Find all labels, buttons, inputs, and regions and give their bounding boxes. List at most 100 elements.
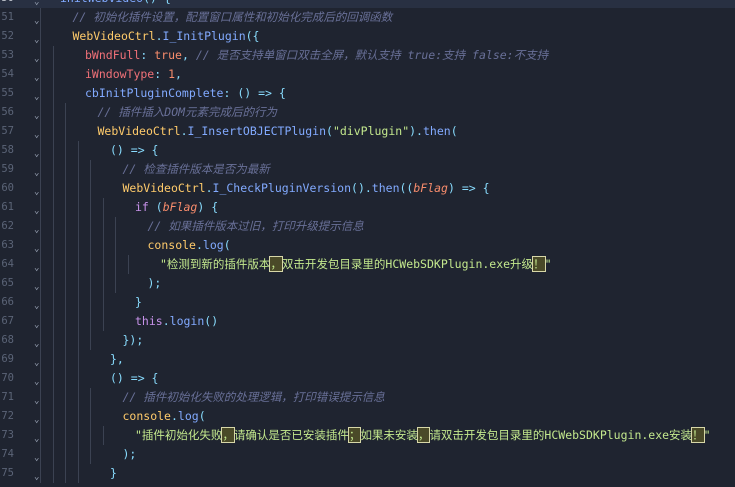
fold-chevron-icon[interactable]: ⌄ <box>34 468 39 487</box>
code-token: () <box>204 314 219 328</box>
code-line[interactable]: 62 ⌄// 如果插件版本过旧，打印升级提示信息 <box>0 217 735 236</box>
code-token: : () => { <box>223 86 286 100</box>
indent-guide <box>40 179 41 198</box>
code-line[interactable]: 67 ⌄ this.login() <box>0 312 735 331</box>
indent-guide <box>65 407 66 426</box>
code-line[interactable]: 72 ⌄ console.log( <box>0 407 735 426</box>
indent-guide <box>102 236 104 255</box>
line-number: 75 <box>1 467 14 479</box>
code-editor[interactable]: 50⌄initWebvideo() {51⌄// 初始化插件设置，配置窗口属性和… <box>0 0 735 483</box>
code-line[interactable]: 50⌄initWebvideo() { <box>0 0 735 8</box>
indent-guide <box>40 141 41 160</box>
code-line[interactable]: 64 ⌄ "检测到新的插件版本，双击开发包目录里的HCWebSDKPlugin.ex… <box>0 255 735 274</box>
indent-guide <box>65 255 66 274</box>
code-line[interactable]: 75 ⌄} <box>0 464 735 483</box>
indent-guide <box>90 312 91 331</box>
code-token: log <box>177 409 199 423</box>
code-token: "插件初始化失败 <box>135 428 223 442</box>
code-token: (( <box>399 181 414 195</box>
indent-guide <box>65 293 66 312</box>
code-line[interactable]: 59 ⌄// 检查插件版本是否为最新 <box>0 160 735 179</box>
code-token: // 插件插入DOM元素完成后的行为 <box>97 105 278 119</box>
indent-guide <box>90 331 91 350</box>
code-token: () => { <box>110 371 159 385</box>
indent-guide <box>102 217 104 236</box>
indent-guide <box>40 122 41 141</box>
indent-guide <box>52 217 54 236</box>
code-line[interactable]: 56 ⌄// 插件插入DOM元素完成后的行为 <box>0 103 735 122</box>
line-number: 52 <box>1 30 14 42</box>
code-line[interactable]: 51 ⌄// 初始化插件设置，配置窗口属性和初始化完成后的回调函数 <box>0 8 735 27</box>
code-line[interactable]: 70 ⌄() => { <box>0 369 735 388</box>
indent-guide <box>90 274 91 293</box>
code-token: bFlag <box>162 200 198 214</box>
indent-guide <box>77 141 79 160</box>
code-token: "检测到新的插件版本 <box>160 257 271 271</box>
indent-guide <box>40 464 41 483</box>
indent-guide <box>40 160 41 179</box>
line-number: 53 <box>1 49 14 61</box>
indent-guide <box>102 274 104 293</box>
code-token: 请确认是否已安装插件 <box>233 428 349 442</box>
indent-guide <box>90 236 91 255</box>
code-line[interactable]: 57 ⌄ WebVideoCtrl.I_InsertOBJECTPlugin("di… <box>0 122 735 141</box>
indent-guide <box>77 388 79 407</box>
code-text: () => { <box>110 369 158 388</box>
code-line[interactable]: 61 ⌄ if (bFlag) { <box>0 198 735 217</box>
code-text: // 如果插件版本过旧，打印升级提示信息 <box>148 217 364 236</box>
code-line[interactable]: 65 ⌄); <box>0 274 735 293</box>
code-text: // 初始化插件设置，配置窗口属性和初始化完成后的回调函数 <box>73 8 393 27</box>
indent-guide <box>40 274 41 293</box>
code-token: WebVideoCtrl <box>72 29 156 43</box>
code-token: cbInitPluginComplete <box>85 86 224 100</box>
code-text: WebVideoCtrl.I_CheckPluginVersion().then… <box>123 179 490 198</box>
code-line[interactable]: 58 ⌄() => { <box>0 141 735 160</box>
indent-guide <box>52 255 54 274</box>
indent-guide <box>52 160 54 179</box>
code-token: ( <box>326 124 333 138</box>
indent-guide <box>40 84 41 103</box>
code-token: // 是否支持单窗口双击全屏，默认支持 true:支持 false:不支持 <box>195 48 549 62</box>
line-number: 65 <box>1 277 14 289</box>
code-token: console <box>122 409 171 423</box>
indent-guide <box>52 312 54 331</box>
code-line[interactable]: 54 ⌄ iWndowType: 1, <box>0 65 735 84</box>
indent-guide <box>40 388 41 407</box>
code-line[interactable]: 53 ⌄ bWndFull: true, // 是否支持单窗口双击全屏，默认支持 t… <box>0 46 735 65</box>
code-token: "divPlugin" <box>332 124 410 138</box>
line-number: 70 <box>1 372 14 384</box>
code-token: ( <box>198 409 206 423</box>
indent-guide <box>115 236 116 255</box>
code-line[interactable]: 71 ⌄// 插件初始化失败的处理逻辑，打印错误提示信息 <box>0 388 735 407</box>
code-line[interactable]: 68 ⌄}); <box>0 331 735 350</box>
indent-guide <box>102 426 104 445</box>
code-text: WebVideoCtrl.I_InsertOBJECTPlugin("divPl… <box>98 122 458 141</box>
indent-guide <box>52 369 54 388</box>
code-token: () => { <box>110 143 159 157</box>
code-line[interactable]: 52 ⌄ WebVideoCtrl.I_InitPlugin({ <box>0 27 735 46</box>
code-line[interactable]: 73 ⌄ "插件初始化失败，请确认是否已安装插件；如果未安装，请双击开发包目录里的H… <box>0 426 735 445</box>
code-text: ); <box>148 274 162 293</box>
code-token: : <box>140 48 155 62</box>
indent-guide <box>40 8 41 27</box>
code-text: } <box>110 464 117 483</box>
code-line[interactable]: 66 ⌄} <box>0 293 735 312</box>
indent-guide <box>77 350 79 369</box>
line-number: 60 <box>1 182 14 194</box>
code-text: // 插件插入DOM元素完成后的行为 <box>98 103 278 122</box>
code-text: () => { <box>110 141 158 160</box>
code-line[interactable]: 74 ⌄); <box>0 445 735 464</box>
code-token: I_InsertOBJECTPlugin <box>187 124 327 138</box>
indent-guide <box>52 293 54 312</box>
indent-guide <box>52 122 54 141</box>
code-line[interactable]: 55 ⌄ cbInitPluginComplete: () => { <box>0 84 735 103</box>
line-number: 69 <box>1 353 14 365</box>
code-text: ); <box>123 445 137 464</box>
code-line[interactable]: 69 ⌄}, <box>0 350 735 369</box>
indent-guide <box>102 198 104 217</box>
code-line[interactable]: 60 ⌄ WebVideoCtrl.I_CheckPluginVersion().t… <box>0 179 735 198</box>
code-token: ); <box>122 447 137 461</box>
code-line[interactable]: 63 ⌄ console.log( <box>0 236 735 255</box>
indent-guide <box>52 65 54 84</box>
indent-guide <box>77 179 79 198</box>
